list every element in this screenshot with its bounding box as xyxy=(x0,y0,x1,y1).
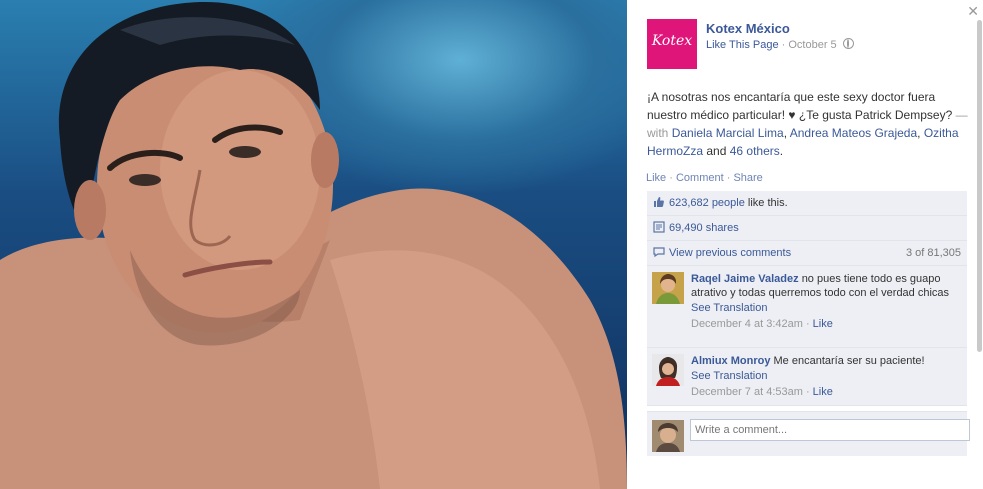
see-translation-link[interactable]: See Translation xyxy=(691,300,961,316)
previous-comments-row: View previous comments 3 of 81,305 xyxy=(647,241,967,266)
commenter-avatar[interactable] xyxy=(652,272,684,304)
globe-icon xyxy=(842,38,854,49)
comment-like-link[interactable]: Like xyxy=(813,386,833,398)
comment-input[interactable] xyxy=(690,419,970,441)
commenter-avatar[interactable] xyxy=(652,354,684,386)
page-meta: Like This Page · October 5 xyxy=(706,38,854,51)
comment-item: Raqel Jaime Valadez no pues tiene todo e… xyxy=(647,266,967,348)
post-date[interactable]: October 5 xyxy=(788,39,836,51)
comment-item: Almiux Monroy Me encantaría ser su pacie… xyxy=(647,348,967,406)
view-previous-comments-link[interactable]: View previous comments xyxy=(669,247,791,259)
post-actions: Like · Comment · Share xyxy=(646,172,763,184)
see-translation-link[interactable]: See Translation xyxy=(691,368,961,384)
page-avatar[interactable]: Kotex xyxy=(647,19,697,69)
tag-daniela[interactable]: Daniela Marcial Lima xyxy=(672,126,784,140)
comment-time[interactable]: December 7 at 4:53am xyxy=(691,386,803,398)
commenter-name[interactable]: Almiux Monroy xyxy=(691,355,770,367)
post-photo[interactable] xyxy=(0,0,627,489)
thumbs-up-icon xyxy=(654,197,664,207)
comment-like-link[interactable]: Like xyxy=(813,318,833,330)
feedback-box: 623,682 people like this. 69,490 shares … xyxy=(647,191,967,406)
likes-count-link[interactable]: 623,682 people xyxy=(669,197,745,209)
shares-row: 69,490 shares xyxy=(647,216,967,241)
comment-icon xyxy=(653,247,665,258)
post-body: ¡A nosotras nos encantaría que este sexy… xyxy=(647,90,953,122)
comment-meta: December 4 at 3:42am · Like xyxy=(691,318,833,330)
and-text: and xyxy=(703,144,730,158)
write-comment-box xyxy=(647,411,970,456)
comment-link[interactable]: Comment xyxy=(676,172,724,184)
like-page-link[interactable]: Like This Page xyxy=(706,39,779,51)
comment-text: Me encantaría ser su paciente! xyxy=(773,355,925,367)
share-link[interactable]: Share xyxy=(733,172,762,184)
tag-others[interactable]: 46 others xyxy=(730,144,780,158)
share-icon xyxy=(653,221,665,233)
tag-andrea[interactable]: Andrea Mateos Grajeda xyxy=(790,126,917,140)
post-panel: ✕ Kotex Kotex México Like This Page · Oc… xyxy=(627,0,983,489)
post-message: ¡A nosotras nos encantaría que este sexy… xyxy=(647,90,968,158)
comment-meta: December 7 at 4:53am · Like xyxy=(691,386,833,398)
current-user-avatar xyxy=(652,420,684,452)
likes-row: 623,682 people like this. xyxy=(647,191,967,216)
comment-time[interactable]: December 4 at 3:42am xyxy=(691,318,803,330)
comment-counter: 3 of 81,305 xyxy=(905,247,961,259)
page-logo-text: Kotex xyxy=(651,33,693,49)
shares-count-link[interactable]: 69,490 shares xyxy=(669,222,739,234)
close-icon[interactable]: ✕ xyxy=(967,4,979,18)
scrollbar[interactable] xyxy=(977,20,982,352)
like-link[interactable]: Like xyxy=(646,172,666,184)
page-name-link[interactable]: Kotex México xyxy=(706,21,790,36)
photo-image xyxy=(0,1,627,489)
commenter-name[interactable]: Raqel Jaime Valadez xyxy=(691,273,799,285)
